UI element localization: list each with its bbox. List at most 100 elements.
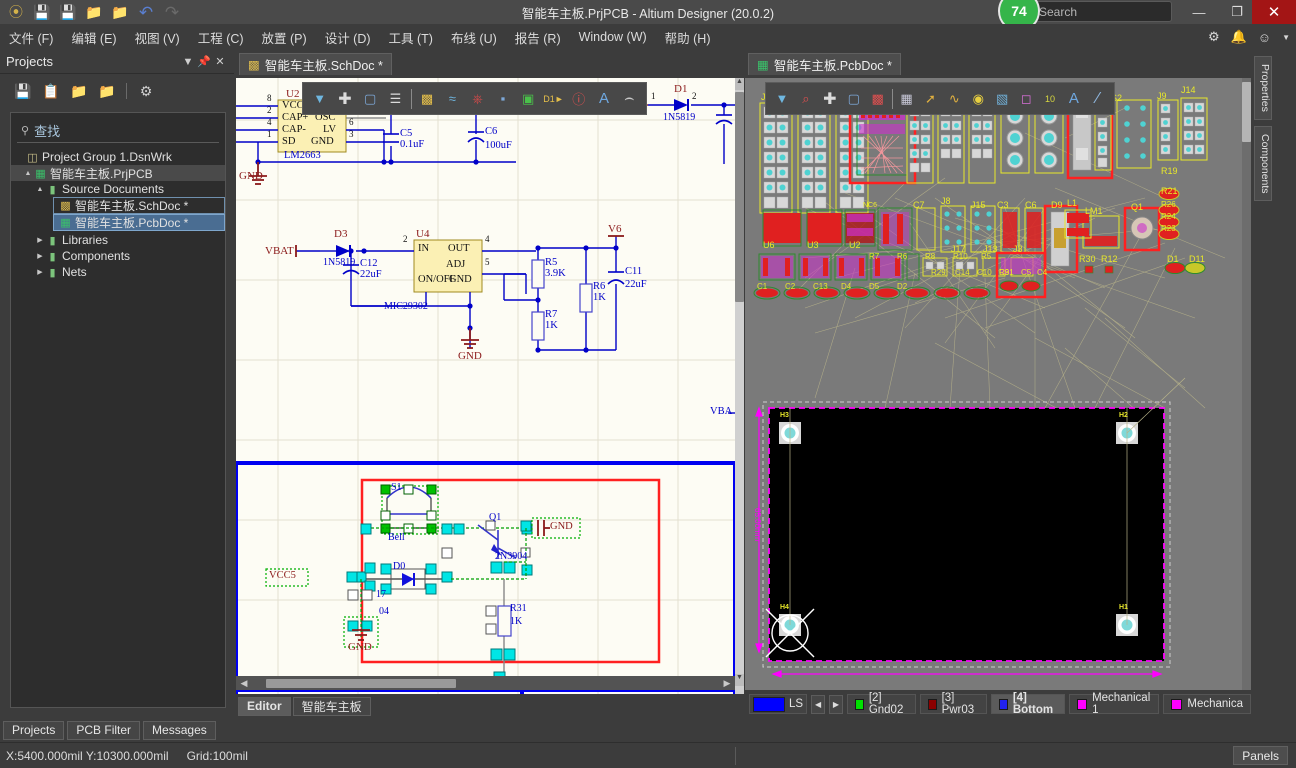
twisty-icon[interactable]: ▶	[35, 252, 45, 260]
open-project-icon[interactable]: 📁	[110, 2, 130, 22]
place-gnd-icon[interactable]: ⎈	[468, 89, 488, 109]
menu-window[interactable]: Window (W)	[570, 27, 656, 47]
schematic-canvas[interactable]: U2 LM2663 VCC CAP+ CAP- SD VOUT OSC LV G…	[236, 78, 735, 746]
tree-item-pcbdoc[interactable]: ▦ 智能车主板.PcbDoc *	[53, 214, 225, 231]
panels-button[interactable]: Panels	[1233, 746, 1288, 765]
menu-place[interactable]: 放置 (P)	[253, 25, 316, 50]
twisty-icon[interactable]: ▲	[35, 186, 45, 193]
tree-item-project[interactable]: ▲ ▦ 智能车主板.PrjPCB	[11, 165, 225, 181]
place-dimension-icon[interactable]: 10	[1040, 89, 1060, 109]
menu-design[interactable]: 设计 (D)	[316, 25, 380, 50]
place-text-icon[interactable]: A	[594, 89, 614, 109]
undo-icon[interactable]: ↶	[136, 2, 156, 22]
select-area-icon[interactable]: ▢	[360, 89, 380, 109]
pcb-document-tab[interactable]: ▦ 智能车主板.PcbDoc *	[748, 53, 901, 75]
close-button[interactable]: ✕	[1252, 0, 1296, 24]
pcb-canvas[interactable]: J11 J12 J10 J4 U4 J7 J6 J5 S1 S3 LS1 J1 …	[745, 78, 1242, 690]
tree-item-nets[interactable]: ▶ ▮ Nets	[11, 264, 225, 280]
schematic-horizontal-scrollbar[interactable]: ◀ ▶	[236, 676, 735, 690]
panel-tab-projects[interactable]: Projects	[3, 720, 65, 740]
twisty-icon[interactable]: ▶	[35, 236, 45, 244]
pcb-vertical-scrollbar[interactable]	[1242, 78, 1251, 690]
twisty-icon[interactable]: ▶	[35, 268, 45, 276]
save-all-icon[interactable]: 💾	[58, 2, 78, 22]
place-component-icon[interactable]: ▦	[896, 89, 916, 109]
gear-icon[interactable]: ⚙	[1208, 29, 1220, 45]
layer-swatch-group[interactable]: LS	[749, 694, 808, 714]
copy-icon[interactable]: 📋	[42, 82, 60, 100]
layer-stack-icon[interactable]: ▩	[868, 89, 888, 109]
tree-item-libraries[interactable]: ▶ ▮ Libraries	[11, 232, 225, 248]
chevron-down-icon[interactable]: ▼	[180, 56, 196, 68]
menu-file[interactable]: 文件 (F)	[0, 25, 62, 50]
save-icon[interactable]: 💾	[14, 82, 32, 100]
schematic-vertical-scrollbar[interactable]: ▲ ▼	[735, 78, 744, 746]
tab-editor[interactable]: Editor	[238, 696, 291, 716]
scroll-thumb[interactable]	[735, 92, 744, 302]
layer-color-swatch[interactable]	[753, 696, 785, 712]
filter-icon[interactable]: ▼	[772, 89, 792, 109]
place-region-icon[interactable]: ◻	[1016, 89, 1036, 109]
place-wire-icon[interactable]: ≈	[442, 89, 462, 109]
maximize-button[interactable]: ❐	[1218, 0, 1256, 24]
select-area-icon[interactable]: ▢	[844, 89, 864, 109]
search-input[interactable]: ⚲ 查找	[17, 119, 219, 143]
menu-tools[interactable]: 工具 (T)	[380, 25, 442, 50]
vtab-components[interactable]: Components	[1254, 125, 1272, 202]
panel-tab-pcb-filter[interactable]: PCB Filter	[67, 720, 141, 740]
filter-icon[interactable]: ▼	[310, 89, 330, 109]
save-icon[interactable]: 💾	[32, 2, 52, 22]
project-options-icon[interactable]: 📁	[98, 82, 116, 100]
tree-item-source-documents[interactable]: ▲ ▮ Source Documents	[11, 181, 225, 197]
place-via-icon[interactable]: ◉	[968, 89, 988, 109]
layer-next-button[interactable]: ▶	[828, 694, 843, 714]
tab-board[interactable]: 智能车主板	[292, 696, 371, 716]
place-arc-icon[interactable]: ⌢	[619, 89, 639, 109]
layer-tab-mechanical2[interactable]: Mechanica	[1163, 694, 1251, 714]
pin-icon[interactable]: 📌	[196, 55, 212, 68]
open-project-icon[interactable]: 📁	[70, 82, 88, 100]
panel-tab-messages[interactable]: Messages	[143, 720, 216, 740]
menu-view[interactable]: 视图 (V)	[126, 25, 189, 50]
place-string-icon[interactable]: A	[1064, 89, 1084, 109]
layer-tab-gnd02[interactable]: [2] Gnd02	[846, 692, 916, 716]
layer-tab-mechanical1[interactable]: Mechanical 1	[1069, 692, 1160, 716]
layer-tab-bottom[interactable]: [4] Bottom	[990, 692, 1066, 716]
menu-edit[interactable]: 编辑 (E)	[62, 25, 125, 50]
cross-probe-icon[interactable]: ✚	[820, 89, 840, 109]
close-icon[interactable]: ✕	[212, 55, 228, 68]
gear-icon[interactable]: ⚙	[137, 82, 155, 100]
menu-reports[interactable]: 报告 (R)	[506, 25, 570, 50]
schematic-document-tab[interactable]: ▩ 智能车主板.SchDoc *	[239, 53, 392, 75]
bell-icon[interactable]: 🔔	[1231, 29, 1247, 45]
vtab-properties[interactable]: Properties	[1254, 56, 1272, 120]
place-polygon-icon[interactable]: ▧	[992, 89, 1012, 109]
snap-icon[interactable]: ⌕	[796, 89, 816, 109]
menu-help[interactable]: 帮助 (H)	[656, 25, 720, 50]
cross-probe-icon[interactable]: ✚	[335, 89, 355, 109]
place-port-icon[interactable]: ▪	[493, 89, 513, 109]
scroll-up-arrow[interactable]: ▲	[735, 78, 744, 90]
tree-item-schdoc[interactable]: ▩ 智能车主板.SchDoc *	[53, 197, 225, 214]
scroll-left-arrow[interactable]: ◀	[236, 678, 252, 689]
twisty-icon[interactable]: ▲	[23, 170, 33, 177]
scroll-right-arrow[interactable]: ▶	[719, 678, 735, 689]
chevron-down-icon[interactable]: ▼	[1282, 33, 1290, 42]
layer-prev-button[interactable]: ◀	[811, 694, 825, 714]
interactive-routing-icon[interactable]: ➚	[920, 89, 940, 109]
account-icon[interactable]: ☺	[1258, 30, 1271, 45]
place-line-icon[interactable]: ∕	[1088, 89, 1108, 109]
differential-pair-icon[interactable]: ∿	[944, 89, 964, 109]
place-net-label-icon[interactable]: D1►	[543, 89, 563, 109]
open-icon[interactable]: 📁	[84, 2, 104, 22]
tree-item-components[interactable]: ▶ ▮ Components	[11, 248, 225, 264]
scroll-thumb-h[interactable]	[266, 678, 456, 688]
place-sheet-symbol-icon[interactable]: ▣	[518, 89, 538, 109]
minimize-button[interactable]: —	[1180, 0, 1218, 24]
scroll-down-arrow[interactable]: ▼	[735, 674, 744, 686]
layer-tab-pwr03[interactable]: [3] Pwr03	[919, 692, 987, 716]
tree-item-workspace[interactable]: ◫ Project Group 1.DsnWrk	[11, 149, 225, 165]
place-no-erc-icon[interactable]: ⓘ	[569, 89, 589, 109]
place-component-icon[interactable]: ▩	[417, 89, 437, 109]
scroll-thumb[interactable]	[1242, 82, 1251, 142]
